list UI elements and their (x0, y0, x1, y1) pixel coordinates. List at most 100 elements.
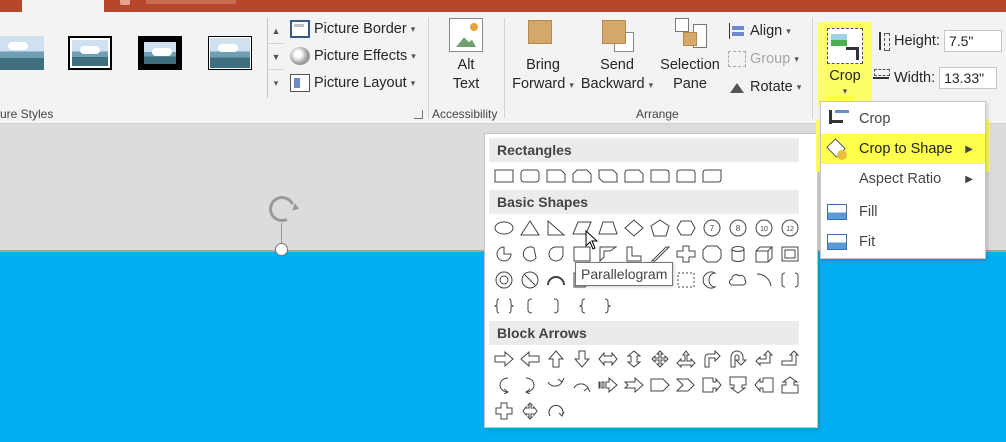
picture-style-thumb[interactable] (0, 36, 44, 70)
teardrop-shape-icon[interactable] (543, 242, 569, 266)
gallery-up-icon[interactable]: ▲ (268, 18, 284, 44)
picture-style-thumb[interactable] (68, 36, 112, 70)
curved-up-arrow-shape-icon[interactable] (543, 373, 569, 397)
donut-shape-icon[interactable] (491, 268, 517, 292)
picture-effects-button[interactable]: Picture Effects ▾ (290, 45, 416, 67)
double-brace-shape-icon[interactable] (491, 294, 517, 318)
heptagon-shape-icon[interactable]: 7 (699, 216, 725, 240)
bent-arrow-shape-icon[interactable] (699, 347, 725, 371)
pentagon-arrow-shape-icon[interactable] (647, 373, 673, 397)
right-bracket-shape-icon[interactable] (543, 294, 569, 318)
snip-corner-rectangle-shape-icon[interactable] (543, 164, 569, 188)
picture-style-thumb[interactable] (138, 36, 182, 70)
dodecagon-shape-icon[interactable]: 12 (777, 216, 803, 240)
menu-item-crop-to-shape[interactable]: Crop to Shape ▶ (821, 134, 985, 164)
can-shape-icon[interactable] (725, 242, 751, 266)
left-bracket-shape-icon[interactable] (517, 294, 543, 318)
gallery-more-icon[interactable]: ▾ (268, 70, 284, 96)
triangle-shape-icon[interactable] (517, 216, 543, 240)
round-diagonal-rectangle-shape-icon[interactable] (699, 164, 725, 188)
mouse-pointer-icon (585, 230, 599, 250)
menu-item-aspect-ratio[interactable]: Aspect Ratio ▶ (821, 164, 985, 194)
group-button[interactable]: Group ▾ (728, 48, 799, 70)
align-button[interactable]: Align ▾ (728, 20, 791, 42)
right-triangle-shape-icon[interactable] (543, 216, 569, 240)
picture-layout-button[interactable]: Picture Layout ▾ (290, 72, 415, 94)
bevel-shape-icon[interactable] (777, 242, 803, 266)
up-arrow-shape-icon[interactable] (543, 347, 569, 371)
submenu-arrow-icon: ▶ (965, 143, 973, 155)
picture-border-button[interactable]: Picture Border ▾ (290, 18, 415, 40)
rotate-button[interactable]: Rotate ▾ (728, 76, 801, 98)
plaque-shape-icon[interactable] (699, 242, 725, 266)
height-input[interactable] (943, 30, 1002, 52)
left-right-up-arrow-shape-icon[interactable] (673, 347, 699, 371)
curved-right-arrow-shape-icon[interactable] (491, 373, 517, 397)
width-input[interactable] (939, 67, 998, 89)
left-up-arrow-shape-icon[interactable] (751, 347, 777, 371)
hexagon-shape-icon[interactable] (673, 216, 699, 240)
smiley-face-shape-icon[interactable] (673, 268, 699, 292)
chevron-arrow-shape-icon[interactable] (673, 373, 699, 397)
diamond-shape-icon[interactable] (621, 216, 647, 240)
pentagon-shape-icon[interactable] (647, 216, 673, 240)
gallery-down-icon[interactable]: ▼ (268, 44, 284, 70)
menu-item-fit[interactable]: Fit (821, 227, 985, 257)
snip-same-side-rectangle-shape-icon[interactable] (569, 164, 595, 188)
decagon-shape-icon[interactable]: 10 (751, 216, 777, 240)
partial-circle-shape-icon[interactable] (491, 242, 517, 266)
quad-arrow-shape-icon[interactable] (647, 347, 673, 371)
alt-text-icon (449, 18, 483, 52)
right-brace-shape-icon[interactable] (595, 294, 621, 318)
no-symbol-shape-icon[interactable] (517, 268, 543, 292)
round-same-side-rectangle-shape-icon[interactable] (673, 164, 699, 188)
left-right-arrow-callout-shape-icon[interactable] (491, 399, 517, 423)
moon-shape-icon[interactable] (699, 268, 725, 292)
rotate-handle-icon[interactable] (265, 192, 299, 226)
notched-right-arrow-shape-icon[interactable] (621, 373, 647, 397)
rounded-rectangle-shape-icon[interactable] (517, 164, 543, 188)
left-brace-shape-icon[interactable] (569, 294, 595, 318)
snip-diagonal-rectangle-shape-icon[interactable] (595, 164, 621, 188)
curved-left-arrow-shape-icon[interactable] (517, 373, 543, 397)
curved-down-arrow-shape-icon[interactable] (569, 373, 595, 397)
crop-button[interactable]: Crop ▾ (822, 28, 868, 97)
send-backward-button[interactable]: Send Backward ▾ (580, 18, 654, 95)
striped-right-arrow-shape-icon[interactable] (595, 373, 621, 397)
arc-shape-icon[interactable] (751, 268, 777, 292)
rectangle-shape-icon[interactable] (491, 164, 517, 188)
up-arrow-callout-shape-icon[interactable] (777, 373, 803, 397)
right-arrow-shape-icon[interactable] (491, 347, 517, 371)
cloud-shape-icon[interactable] (725, 268, 751, 292)
octagon-shape-icon[interactable]: 8 (725, 216, 751, 240)
chord-shape-icon[interactable] (517, 242, 543, 266)
circular-arrow-shape-icon[interactable] (543, 399, 569, 423)
block-arc-shape-icon[interactable] (543, 268, 569, 292)
left-arrow-shape-icon[interactable] (517, 347, 543, 371)
menu-item-crop[interactable]: Crop (821, 104, 985, 134)
down-arrow-shape-icon[interactable] (569, 347, 595, 371)
double-bracket-shape-icon[interactable] (777, 268, 803, 292)
alt-text-button[interactable]: Alt Text (444, 18, 488, 94)
menu-item-fill[interactable]: Fill (821, 197, 985, 227)
u-turn-arrow-shape-icon[interactable] (725, 347, 751, 371)
dialog-launcher-icon[interactable] (414, 110, 423, 119)
cube-shape-icon[interactable] (751, 242, 777, 266)
up-down-arrow-shape-icon[interactable] (621, 347, 647, 371)
left-right-arrow-shape-icon[interactable] (595, 347, 621, 371)
right-arrow-callout-shape-icon[interactable] (699, 373, 725, 397)
snip-round-rectangle-shape-icon[interactable] (621, 164, 647, 188)
gallery-scroll[interactable]: ▲ ▼ ▾ (268, 18, 284, 98)
round-corner-rectangle-shape-icon[interactable] (647, 164, 673, 188)
bent-up-arrow-shape-icon[interactable] (777, 347, 803, 371)
cross-shape-icon[interactable] (673, 242, 699, 266)
resize-handle[interactable] (275, 243, 288, 256)
picture-style-thumb[interactable] (208, 36, 252, 70)
selection-pane-button[interactable]: Selection Pane (656, 18, 724, 94)
oval-shape-icon[interactable] (491, 216, 517, 240)
down-arrow-callout-shape-icon[interactable] (725, 373, 751, 397)
left-arrow-callout-shape-icon[interactable] (751, 373, 777, 397)
bring-forward-button[interactable]: Bring Forward ▾ (508, 18, 578, 95)
ribbon-tab-active[interactable] (22, 0, 104, 12)
quad-arrow-callout-shape-icon[interactable] (517, 399, 543, 423)
